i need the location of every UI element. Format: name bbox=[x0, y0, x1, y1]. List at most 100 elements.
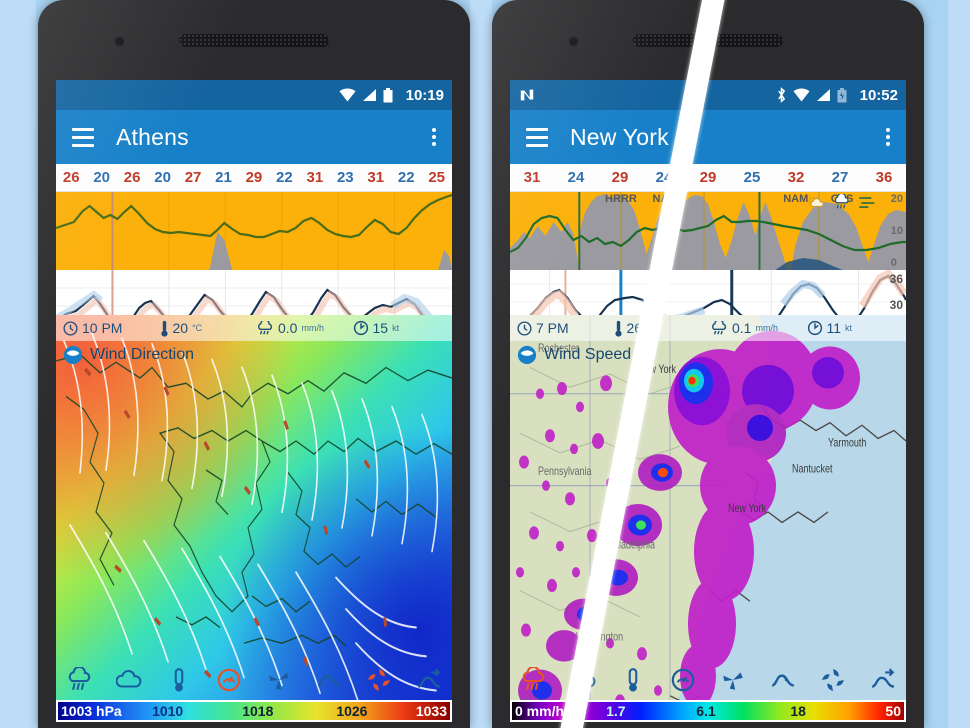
cloud-scale-tick: 10 bbox=[890, 225, 903, 237]
temperature-value: 25 bbox=[428, 169, 445, 186]
legend-tick: 50 bbox=[885, 703, 901, 719]
pressure-gauge-icon[interactable] bbox=[670, 667, 696, 693]
temperature-value: 22 bbox=[276, 169, 293, 186]
layer-label-right[interactable]: Wind Speed bbox=[517, 345, 631, 365]
temperature-value: 25 bbox=[743, 169, 761, 186]
cloud-chart-right[interactable]: HRRRNAMNAMGFS 20100 bbox=[510, 192, 906, 270]
map-label: Washington bbox=[576, 630, 623, 644]
wind-turbine-icon[interactable] bbox=[266, 667, 292, 693]
temperature-scale-tick: 36 bbox=[889, 272, 903, 286]
temperature-value: 21 bbox=[215, 169, 232, 186]
hamburger-icon[interactable] bbox=[72, 127, 94, 147]
wind-speed-icon bbox=[807, 320, 822, 336]
temperature-value: 26 bbox=[123, 169, 141, 186]
info-rain-left[interactable]: 0.0 mm/h bbox=[256, 320, 349, 336]
legend-tick: 1.7 bbox=[606, 703, 626, 719]
wave-icon[interactable] bbox=[316, 667, 342, 693]
cloud-scale-right: 20 10 0 bbox=[891, 192, 903, 270]
layer-wave-icon bbox=[63, 345, 83, 365]
wifi-icon bbox=[339, 88, 356, 102]
temperature-value: 32 bbox=[787, 169, 805, 186]
temperature-value: 29 bbox=[699, 169, 717, 186]
thermometer-icon[interactable] bbox=[620, 667, 646, 693]
hamburger-icon[interactable] bbox=[526, 127, 548, 147]
info-time-value-right: 7 PM bbox=[536, 320, 569, 336]
legend-tick: 18 bbox=[790, 703, 806, 719]
cloud-scale-tick: 0 bbox=[890, 257, 897, 269]
status-time-right: 10:52 bbox=[859, 86, 898, 104]
wind-speed-icon bbox=[353, 320, 368, 336]
temperature-row-left: 26 20 26 20 27 21 29 22 31 23 31 22 25 bbox=[56, 164, 452, 192]
background-stripe-left bbox=[0, 0, 36, 728]
layer-label-left[interactable]: Wind Direction bbox=[63, 345, 194, 365]
clock-icon bbox=[63, 320, 78, 336]
rain-cloud-icon[interactable] bbox=[66, 667, 92, 693]
signal-icon bbox=[816, 89, 830, 101]
cloud-icon[interactable] bbox=[116, 667, 142, 693]
info-wind-value-left: 15 bbox=[372, 320, 389, 336]
kebab-menu-icon[interactable] bbox=[432, 128, 436, 146]
background-stripe-right bbox=[948, 0, 970, 728]
storm-icon[interactable] bbox=[366, 667, 392, 693]
map-area-left[interactable]: 10 PM 20 °C 0.0 mm/h 15 kt Wind Directio… bbox=[56, 315, 452, 722]
screen-left: 10:19 Athens 26 20 26 20 27 21 29 22 31 23 31 22 25 bbox=[56, 80, 452, 722]
info-temp-right[interactable]: 26 °C bbox=[614, 320, 707, 337]
cloud-chart-left[interactable] bbox=[56, 192, 452, 270]
info-bar-left: 10 PM 20 °C 0.0 mm/h 15 kt bbox=[56, 315, 452, 341]
info-time-value-left: 10 PM bbox=[82, 320, 123, 336]
signal-icon bbox=[362, 89, 376, 101]
info-rain-value-right: 0.1 bbox=[732, 320, 752, 336]
phone-device-left: 10:19 Athens 26 20 26 20 27 21 29 22 31 23 31 22 25 bbox=[38, 0, 470, 728]
rain-legend-right[interactable]: 0 mm/h 1.7 6.1 18 50 bbox=[510, 700, 906, 722]
wind-wave-icon[interactable] bbox=[870, 667, 896, 693]
rain-cloud-icon bbox=[258, 320, 273, 334]
temperature-value: 31 bbox=[367, 169, 385, 186]
thermometer-icon bbox=[614, 320, 622, 337]
pressure-legend-left[interactable]: 1003 hPa 1010 1018 1026 1033 bbox=[56, 700, 452, 722]
temperature-value: 31 bbox=[306, 169, 324, 186]
map-label: Nantucket bbox=[792, 462, 833, 476]
phone-device-right: 10:52 New York 31 24 29 24 29 25 32 27 36 HRRR NA… bbox=[492, 0, 924, 728]
temperature-value: 31 bbox=[523, 169, 541, 186]
temperature-value: 29 bbox=[245, 169, 263, 186]
cloud-icon[interactable] bbox=[570, 667, 596, 693]
rain-cloud-icon bbox=[834, 194, 849, 209]
info-time-left[interactable]: 10 PM bbox=[63, 320, 156, 336]
wave-icon[interactable] bbox=[770, 667, 796, 693]
info-time-right[interactable]: 7 PM bbox=[517, 320, 610, 336]
map-label: Yarmouth bbox=[828, 436, 866, 450]
status-bar-left: 10:19 bbox=[56, 80, 452, 110]
weather-icons-right bbox=[806, 194, 878, 210]
info-bar-right: 7 PM 26 °C 0.1 mm/h 11 kt bbox=[510, 315, 906, 341]
info-rain-unit-left: mm/h bbox=[301, 323, 324, 333]
pressure-gauge-icon[interactable] bbox=[216, 667, 242, 693]
temperature-scale-tick: 30 bbox=[889, 298, 903, 312]
wind-wave-icon[interactable] bbox=[416, 667, 442, 693]
earpiece-speaker-icon bbox=[179, 34, 329, 47]
info-rain-unit-right: mm/h bbox=[755, 323, 778, 333]
legend-tick: 6.1 bbox=[696, 703, 716, 719]
wind-turbine-icon[interactable] bbox=[720, 667, 746, 693]
page-title-left: Athens bbox=[116, 123, 189, 150]
phone-bezel-top-left bbox=[38, 0, 470, 80]
info-temp-value-right: 26 bbox=[626, 320, 643, 336]
map-label: New York bbox=[638, 363, 677, 377]
temperature-value: 27 bbox=[184, 169, 202, 186]
rain-cloud-icon[interactable] bbox=[520, 667, 546, 693]
map-label: Pennsylvania bbox=[538, 465, 592, 479]
battery-icon bbox=[383, 87, 393, 102]
temperature-value: 20 bbox=[154, 169, 171, 186]
info-temp-unit-left: °C bbox=[192, 323, 203, 333]
info-wind-right[interactable]: 11 kt bbox=[807, 320, 900, 336]
info-rain-right[interactable]: 0.1 mm/h bbox=[710, 320, 803, 336]
temperature-value: 26 bbox=[62, 169, 80, 186]
info-wind-left[interactable]: 15 kt bbox=[353, 320, 446, 336]
thermometer-icon[interactable] bbox=[166, 667, 192, 693]
thermometer-icon bbox=[160, 320, 168, 337]
kebab-menu-icon[interactable] bbox=[886, 128, 890, 146]
info-temp-left[interactable]: 20 °C bbox=[160, 320, 253, 337]
map-area-right[interactable]: Rochester Pennsylvania Philadelphia Wash… bbox=[510, 315, 906, 722]
legend-tick: 1003 hPa bbox=[61, 703, 122, 719]
storm-icon[interactable] bbox=[820, 667, 846, 693]
status-bar-icons-left: 10:19 bbox=[339, 87, 444, 104]
